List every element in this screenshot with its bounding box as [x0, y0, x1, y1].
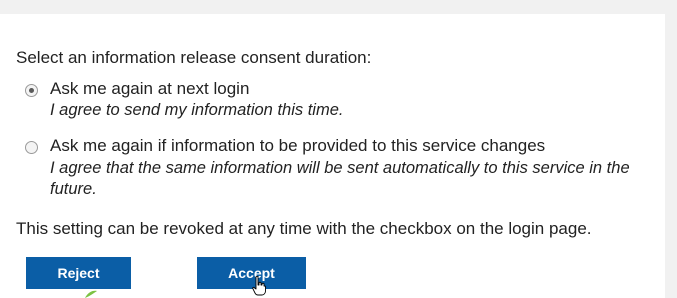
option-next-login-description: I agree to send my information this time…	[50, 101, 344, 119]
hand-pointer-icon	[252, 276, 266, 296]
revoke-notice: This setting can be revoked at any time …	[16, 219, 592, 238]
leaf-decoration-icon	[85, 290, 97, 298]
option-info-changes-label[interactable]: Ask me again if information to be provid…	[50, 136, 545, 156]
consent-heading: Select an information release consent du…	[16, 48, 372, 67]
option-next-login-label[interactable]: Ask me again at next login	[50, 79, 249, 99]
reject-button[interactable]: Reject	[26, 257, 131, 289]
option-info-changes-description: I agree that the same information will b…	[50, 159, 630, 198]
radio-next-login[interactable]	[25, 84, 38, 97]
radio-info-changes[interactable]	[25, 141, 38, 154]
right-background-strip	[665, 0, 677, 298]
top-background-strip	[0, 0, 677, 14]
